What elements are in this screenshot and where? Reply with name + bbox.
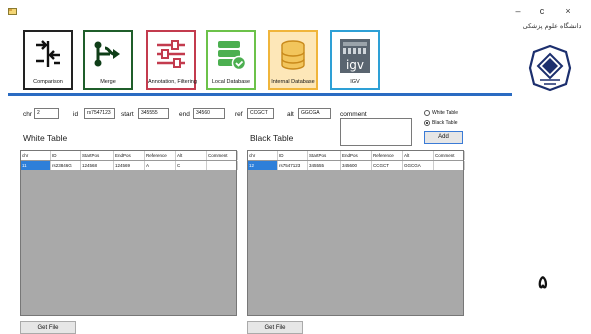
alt-label: alt <box>287 111 294 118</box>
chr-label: chr <box>23 111 33 118</box>
table-cell[interactable]: GGCGA <box>403 161 434 170</box>
ref-input[interactable]: CCGCT <box>247 108 274 119</box>
internal-database-icon <box>281 40 305 70</box>
internal-database-label: Internal Database <box>271 79 315 85</box>
id-label: id <box>73 111 79 118</box>
table-cell[interactable] <box>434 161 465 170</box>
comparison-icon <box>36 40 60 67</box>
column-header[interactable]: ID <box>278 151 308 160</box>
svg-text:igv: igv <box>346 58 364 72</box>
comparison-label: Comparison <box>33 79 63 85</box>
table-cell[interactable]: rs7547123 <box>278 161 308 170</box>
igv-label: IGV <box>350 79 360 85</box>
id-input[interactable]: rs7547123 <box>84 108 115 119</box>
white-table-radio-circle[interactable] <box>424 110 430 116</box>
white-table-radio-label: White Table <box>432 110 459 116</box>
column-header[interactable]: StartPos <box>81 151 114 160</box>
table-cell[interactable]: 11 <box>21 161 51 170</box>
sliders-icon <box>157 40 185 68</box>
alt-input[interactable]: GGCGA <box>298 108 331 119</box>
column-header[interactable]: Comment <box>434 151 465 160</box>
minimize-button[interactable]: – <box>510 5 526 17</box>
close-button[interactable]: × <box>560 5 576 17</box>
end-input[interactable]: 34560 <box>193 108 225 119</box>
table-cell[interactable]: 345600 <box>341 161 372 170</box>
igv-button[interactable]: igv IGV <box>330 30 380 90</box>
page-number: ۵ <box>538 272 548 292</box>
table-row[interactable]: 11 rs23846G 124568 124569 A C <box>21 161 238 170</box>
header-divider <box>8 93 512 96</box>
column-header[interactable]: Reference <box>145 151 176 160</box>
end-label: end <box>179 111 190 118</box>
start-label: start <box>121 111 134 118</box>
comparison-tool-button[interactable]: Comparison <box>23 30 73 90</box>
annotation-filtering-label: Annotation, Filtering <box>148 79 197 85</box>
university-name: دانشگاه علوم پزشکی <box>522 22 582 30</box>
black-table-header: chr ID StartPos EndPos Reference Alt Com… <box>248 151 465 161</box>
local-database-icon <box>218 41 247 71</box>
internal-database-button[interactable]: Internal Database <box>268 30 318 90</box>
column-header[interactable]: chr <box>21 151 51 160</box>
annotation-filtering-button[interactable]: Annotation, Filtering <box>146 30 197 90</box>
white-table-grid[interactable]: chr ID StartPos EndPos Reference Alt Com… <box>20 150 238 316</box>
black-table-radio[interactable]: Black Table <box>424 120 457 126</box>
igv-icon: igv <box>340 39 370 73</box>
university-logo <box>526 44 574 92</box>
white-table-radio[interactable]: White Table <box>424 110 458 116</box>
column-header[interactable]: EndPos <box>341 151 372 160</box>
column-header[interactable]: EndPos <box>114 151 145 160</box>
start-input[interactable]: 345555 <box>138 108 169 119</box>
chr-input[interactable]: 2 <box>34 108 59 119</box>
table-cell[interactable]: C <box>176 161 207 170</box>
table-cell[interactable]: CCGCT <box>372 161 403 170</box>
white-table-header: chr ID StartPos EndPos Reference Alt Com… <box>21 151 238 161</box>
comment-label: comment <box>340 111 367 118</box>
table-cell[interactable]: 12 <box>248 161 278 170</box>
column-header[interactable]: chr <box>248 151 278 160</box>
column-header[interactable]: ID <box>51 151 81 160</box>
column-header[interactable]: Comment <box>207 151 238 160</box>
column-header[interactable]: Alt <box>176 151 207 160</box>
table-row[interactable]: 12 rs7547123 345555 345600 CCGCT GGCGA <box>248 161 465 170</box>
get-file-white-button[interactable]: Get File <box>20 321 76 334</box>
get-file-black-button[interactable]: Get File <box>247 321 303 334</box>
maximize-button[interactable]: c <box>534 5 550 17</box>
add-button[interactable]: Add <box>424 131 463 144</box>
app-icon <box>8 8 17 15</box>
black-table-title: Black Table <box>250 133 294 143</box>
local-database-button[interactable]: Local Database <box>206 30 256 90</box>
merge-label: Merge <box>100 79 116 85</box>
local-database-label: Local Database <box>211 79 251 85</box>
table-cell[interactable]: rs23846G <box>51 161 81 170</box>
column-header[interactable]: Reference <box>372 151 403 160</box>
table-cell[interactable]: 124568 <box>81 161 114 170</box>
merge-tool-button[interactable]: Merge <box>83 30 133 90</box>
black-table-grid[interactable]: chr ID StartPos EndPos Reference Alt Com… <box>247 150 465 316</box>
comment-input[interactable] <box>340 118 412 146</box>
table-cell[interactable] <box>207 161 238 170</box>
table-cell[interactable]: 345555 <box>308 161 341 170</box>
column-header[interactable]: StartPos <box>308 151 341 160</box>
column-header[interactable]: Alt <box>403 151 434 160</box>
white-table-title: White Table <box>23 133 68 143</box>
black-table-radio-circle[interactable] <box>424 120 430 126</box>
merge-icon <box>94 41 120 67</box>
black-table-radio-label: Black Table <box>432 120 458 126</box>
ref-label: ref <box>235 111 243 118</box>
table-cell[interactable]: 124569 <box>114 161 145 170</box>
table-cell[interactable]: A <box>145 161 176 170</box>
